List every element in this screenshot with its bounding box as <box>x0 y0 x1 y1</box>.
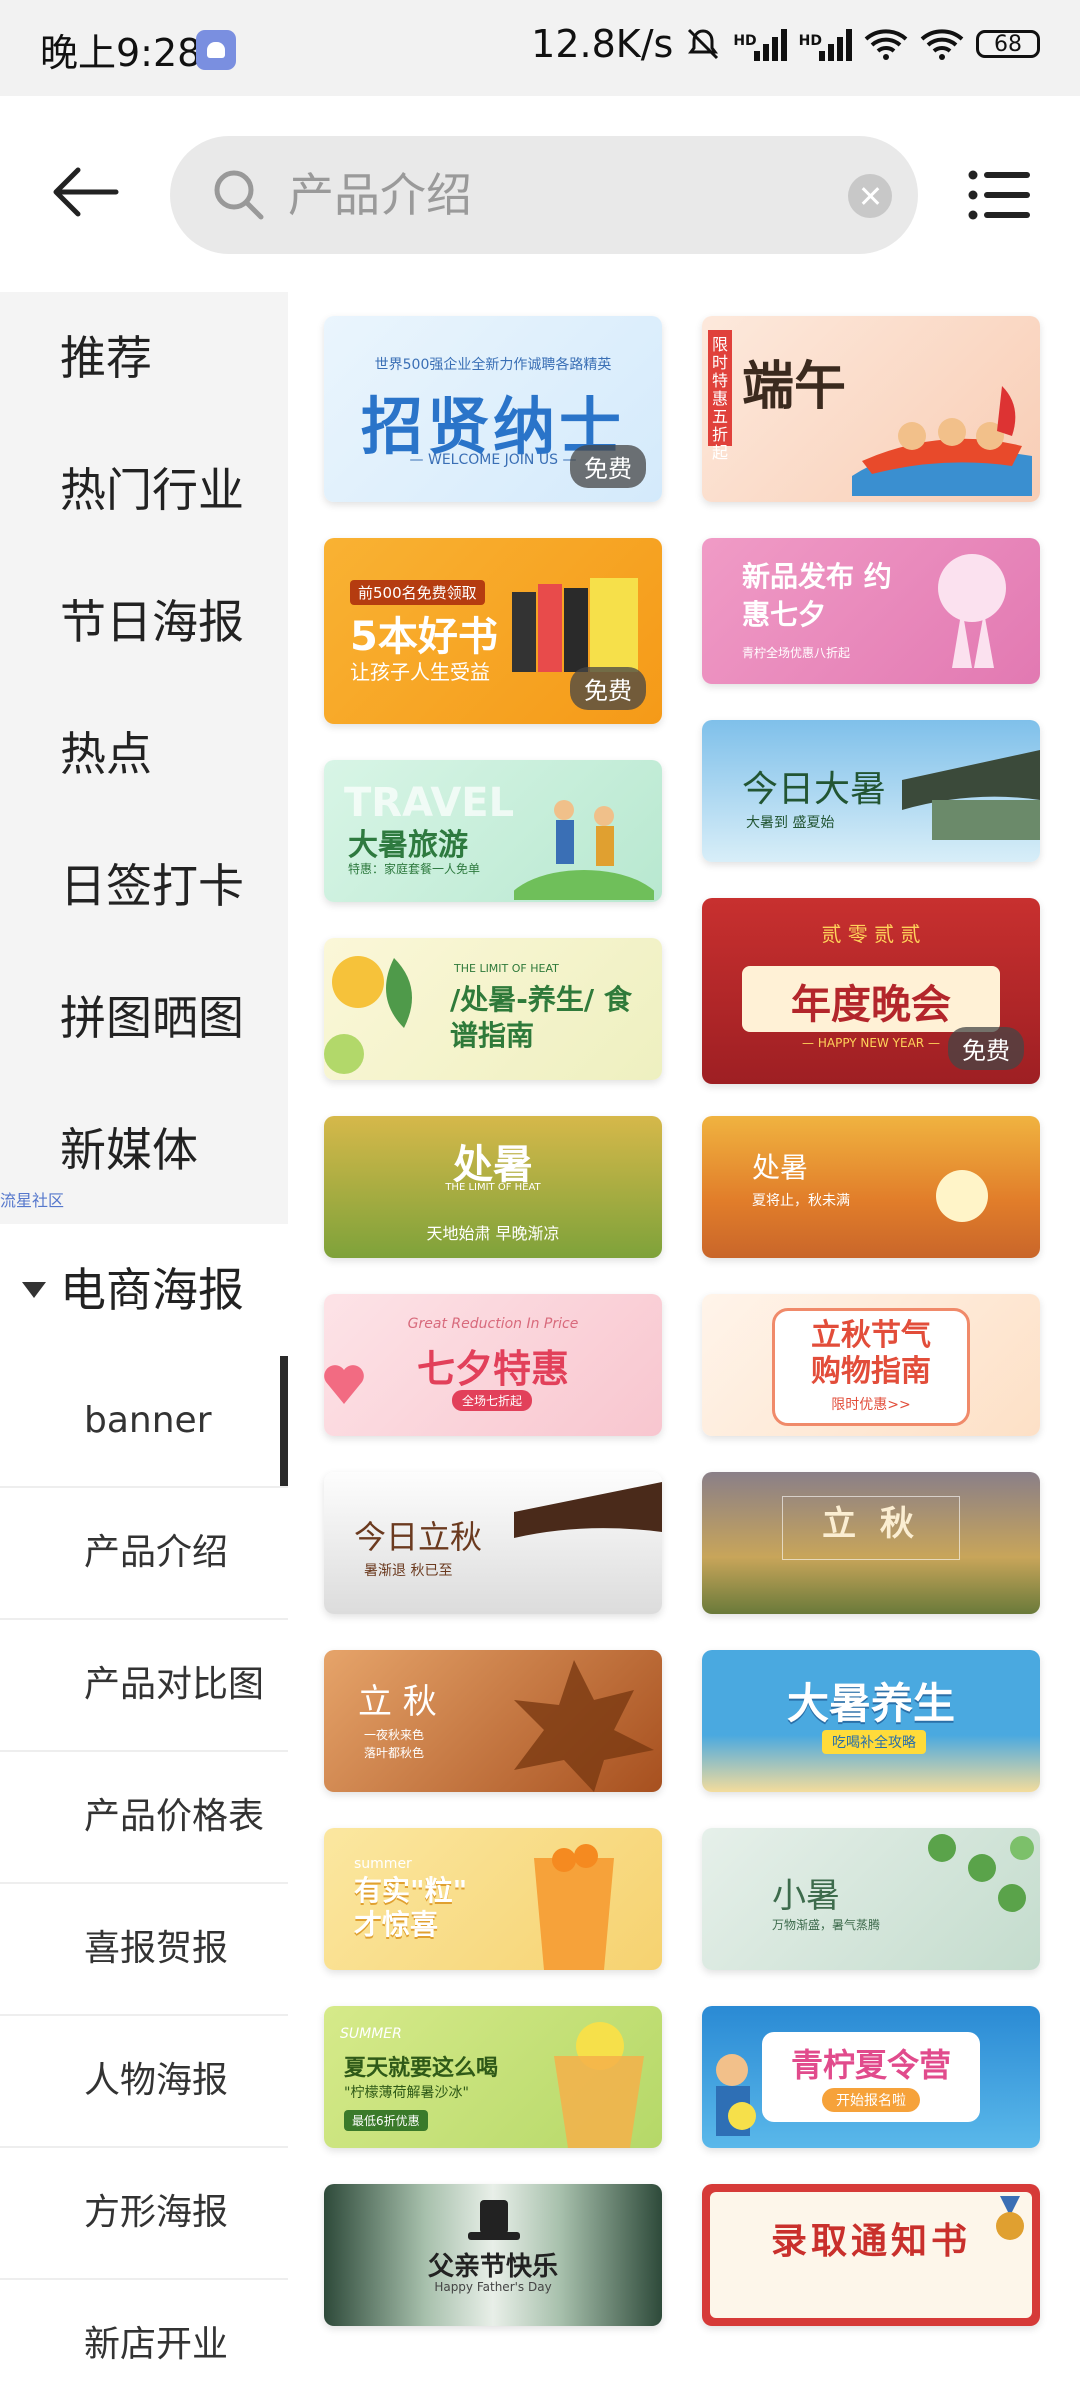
search-icon <box>214 170 264 220</box>
category-ecommerce-expanded[interactable]: 电商海报 <box>0 1224 288 1358</box>
template-card[interactable]: 贰 零 贰 贰 年度晚会 — HAPPY NEW YEAR — 免费 <box>702 898 1040 1084</box>
floating-tag: 流星社区 <box>0 1191 65 1210</box>
mute-bell-icon <box>688 28 719 60</box>
status-time: 晚上9:28 <box>40 31 202 75</box>
status-right: 12.8K/s HD HD 68 <box>531 22 1040 66</box>
list-menu-icon[interactable] <box>968 170 1030 220</box>
drink-cup-illustration <box>534 1844 614 1970</box>
search-header: 产品介绍 <box>0 96 1080 292</box>
category-hot-industry[interactable]: 热门行业 <box>0 424 288 556</box>
subcategory-person-poster[interactable]: 人物海报 <box>0 2016 288 2148</box>
template-card[interactable]: 立秋节气 购物指南 限时优惠>> <box>702 1294 1040 1436</box>
maple-leaf-illustration <box>514 1660 654 1792</box>
books-illustration <box>512 578 638 672</box>
search-input[interactable]: 产品介绍 <box>288 136 472 254</box>
eave-roof-illustration <box>514 1482 662 1538</box>
app-notification-icon <box>196 30 236 70</box>
subcategory-banner[interactable]: banner <box>0 1356 288 1488</box>
battery-icon: 68 <box>976 30 1040 58</box>
clear-search-icon[interactable] <box>848 174 892 218</box>
subcategory-product-compare[interactable]: 产品对比图 <box>0 1620 288 1752</box>
template-card[interactable]: 新品发布 约惠七夕 青柠全场优惠八折起 <box>702 538 1040 684</box>
template-grid: 世界500强企业全新力作诚聘各路精英 招贤纳士 — WELCOME JOIN U… <box>288 292 1080 2400</box>
search-bar[interactable]: 产品介绍 <box>170 136 918 254</box>
ginkgo-leaves-illustration <box>928 1834 1034 1912</box>
template-card[interactable]: 小暑 万物渐盛，暑气蒸腾 <box>702 1828 1040 1970</box>
back-arrow-icon[interactable] <box>50 162 120 222</box>
category-recommend[interactable]: 推荐 <box>0 292 288 424</box>
template-card[interactable]: 处暑 THE LIMIT OF HEAT 天地始肃 早晚渐凉 <box>324 1116 662 1258</box>
signal-1-icon: HD <box>733 27 787 61</box>
category-holiday-poster[interactable]: 节日海报 <box>0 556 288 688</box>
medal-icon <box>996 2196 1024 2240</box>
template-card[interactable]: summer 有实"粒" 才惊喜 <box>324 1828 662 1970</box>
category-daily-checkin[interactable]: 日签打卡 <box>0 820 288 952</box>
category-sidebar: 推荐 热门行业 节日海报 热点 日签打卡 拼图晒图 新媒体 流星社区 电商海报 … <box>0 292 288 2400</box>
template-card[interactable]: 青柠夏令营 开始报名啦 <box>702 2006 1040 2148</box>
wifi-2-icon <box>920 29 964 60</box>
template-card[interactable]: TRAVEL 大暑旅游 特惠：家庭套餐一人免单 <box>324 760 662 902</box>
subcategory-price-list[interactable]: 产品价格表 <box>0 1752 288 1884</box>
template-card[interactable]: 大暑养生 吃喝补全攻略 <box>702 1650 1040 1792</box>
template-card[interactable]: Great Reduction In Price 七夕特惠 全场七折起 <box>324 1294 662 1436</box>
network-speed: 12.8K/s <box>531 22 674 66</box>
subcategory-square-poster[interactable]: 方形海报 <box>0 2148 288 2280</box>
signal-2-icon: HD <box>799 27 852 61</box>
category-collage[interactable]: 拼图晒图 <box>0 952 288 1084</box>
status-bar: 晚上9:28 12.8K/s HD HD 68 <box>0 0 1080 96</box>
template-card[interactable]: 处暑 夏将止，秋未满 <box>702 1116 1040 1258</box>
free-badge: 免费 <box>948 1027 1024 1070</box>
travelers-illustration <box>514 800 654 900</box>
template-card[interactable]: 今日大暑 大暑到 盛夏始 <box>702 720 1040 862</box>
dragon-boat-illustration <box>852 386 1032 496</box>
heart-icon <box>324 1365 364 1404</box>
lemon-drink-illustration <box>554 2022 644 2148</box>
pavilion-roof-illustration <box>902 750 1040 840</box>
category-hotspot[interactable]: 热点 <box>0 688 288 820</box>
template-card[interactable]: 今日立秋 暑渐退 秋已至 <box>324 1472 662 1614</box>
free-badge: 免费 <box>570 445 646 488</box>
template-card[interactable]: 父亲节快乐 Happy Father's Day <box>324 2184 662 2326</box>
subcategory-store-opening[interactable]: 新店开业 <box>0 2280 288 2400</box>
subcategory-good-news[interactable]: 喜报贺报 <box>0 1884 288 2016</box>
top-hat-icon <box>468 2200 520 2240</box>
sunset-illustration <box>936 1170 988 1222</box>
free-badge: 免费 <box>570 667 646 710</box>
template-card[interactable]: THE LIMIT OF HEAT /处暑-养生/ 食谱指南 <box>324 938 662 1080</box>
template-card[interactable]: 录取通知书 <box>702 2184 1040 2326</box>
caret-down-icon <box>22 1282 46 1298</box>
template-card[interactable]: SUMMER 夏天就要这么喝 "柠檬薄荷解暑沙冰" 最低6折优惠 <box>324 2006 662 2148</box>
subcategory-product-intro[interactable]: 产品介绍 <box>0 1488 288 1620</box>
template-card[interactable]: 前500名免费领取 5本好书 让孩子人生受益 免费 <box>324 538 662 724</box>
lemon-leaf-illustration <box>324 956 412 1074</box>
couple-illustration <box>938 554 1006 668</box>
template-card[interactable]: 世界500强企业全新力作诚聘各路精英 招贤纳士 — WELCOME JOIN U… <box>324 316 662 502</box>
kid-drummer-illustration <box>716 2054 756 2136</box>
template-card[interactable]: 限时特惠五折起 端午 <box>702 316 1040 502</box>
template-card[interactable]: 立 秋 <box>702 1472 1040 1614</box>
template-card[interactable]: 立 秋 一夜秋来色 落叶都秋色 <box>324 1650 662 1792</box>
wifi-icon <box>864 29 908 60</box>
